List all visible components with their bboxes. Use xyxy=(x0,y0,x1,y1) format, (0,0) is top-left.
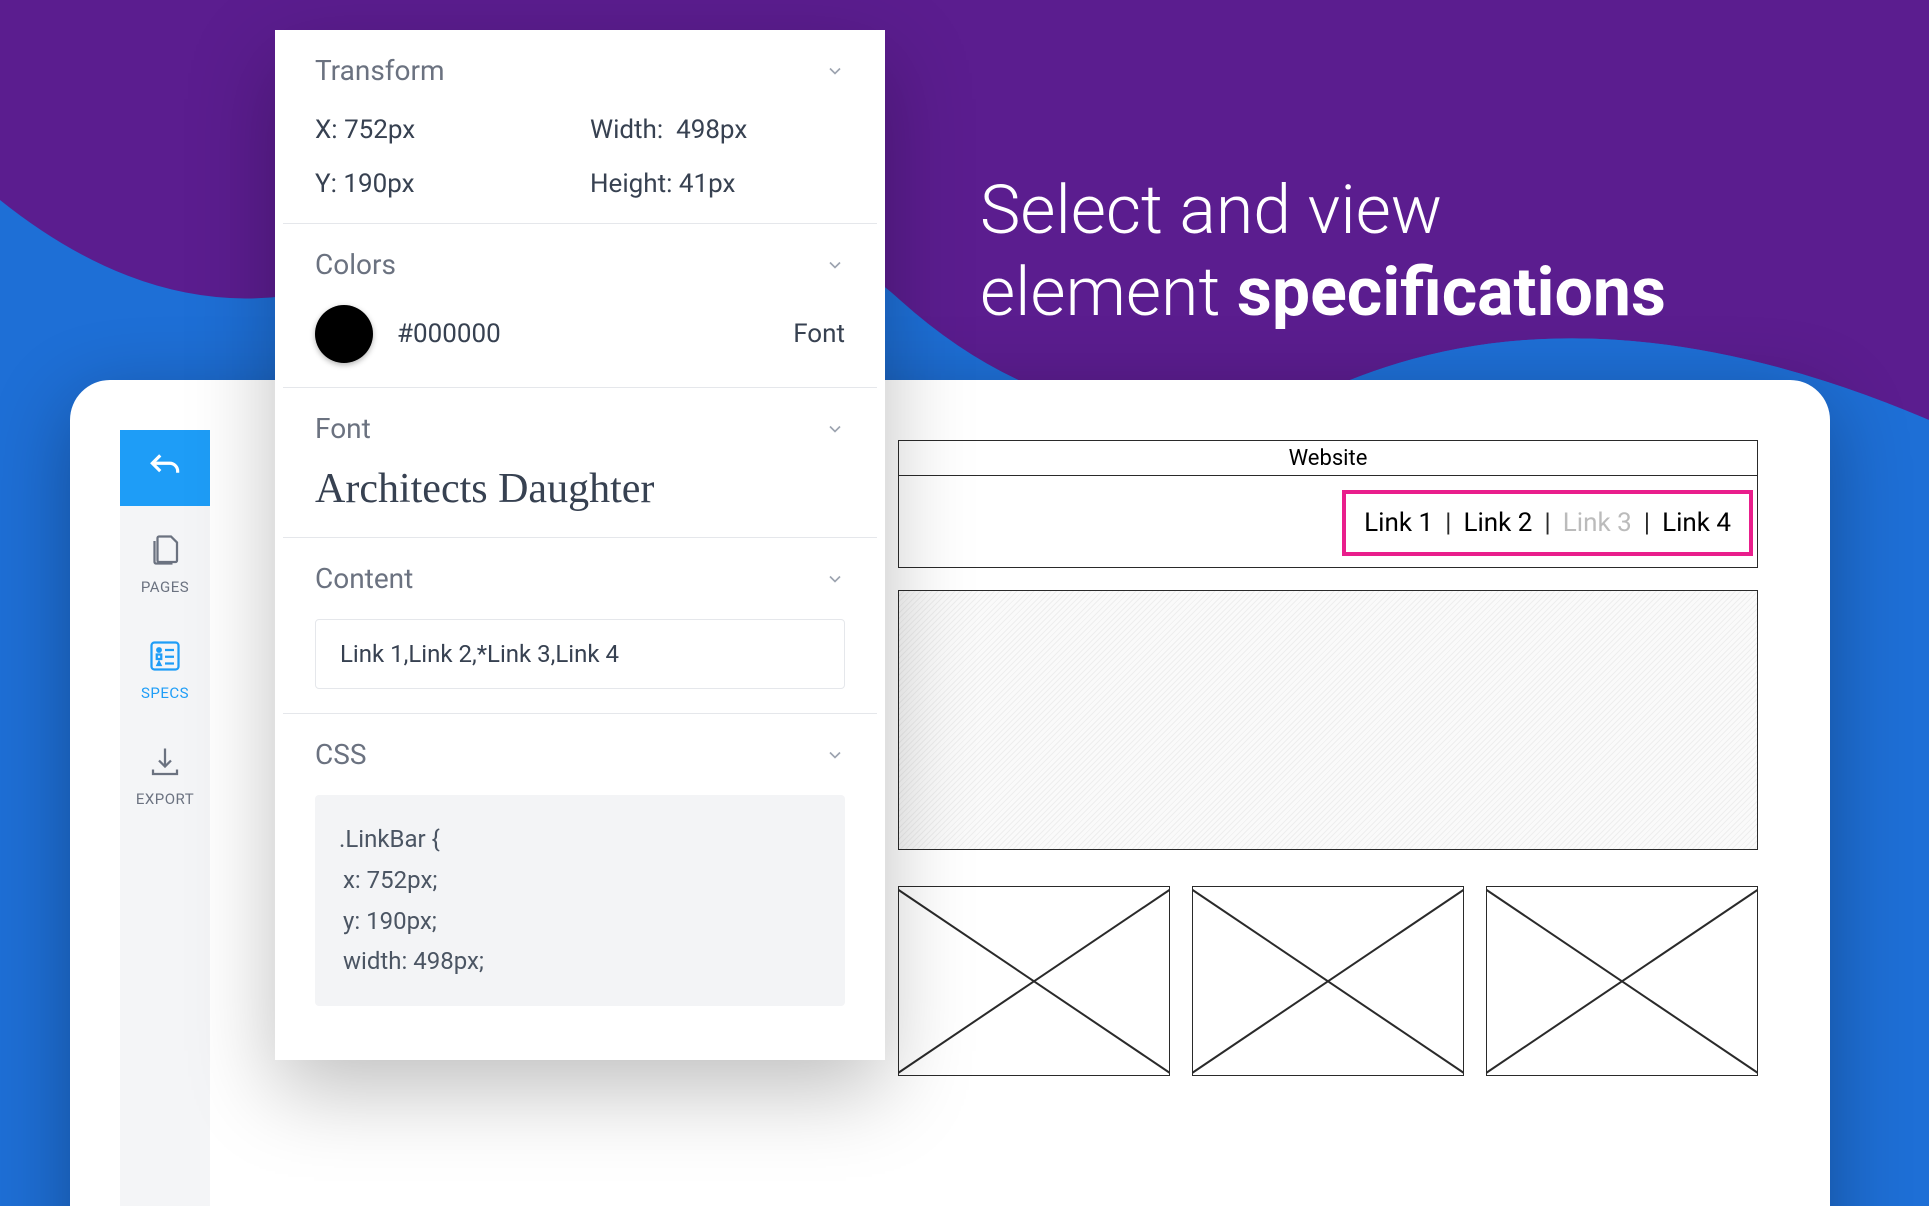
headline-bold: specifications xyxy=(1237,252,1666,332)
section-header-content[interactable]: Content xyxy=(315,562,845,595)
wf-link-1: Link 1 xyxy=(1364,508,1433,538)
section-header-colors[interactable]: Colors xyxy=(315,248,845,281)
section-header-font[interactable]: Font xyxy=(315,412,845,445)
section-header-css[interactable]: CSS xyxy=(315,738,845,771)
css-line: y: 190px; xyxy=(339,901,821,942)
sidebar-label-specs: SPECS xyxy=(141,684,189,702)
headline-line1: Select and view xyxy=(980,170,1442,250)
transform-x: X: 752px xyxy=(315,115,570,145)
wf-sep: | xyxy=(1544,508,1550,538)
wireframe-title: Website xyxy=(1289,446,1368,471)
wireframe-card xyxy=(898,886,1170,1076)
sidebar-item-export[interactable]: EXPORT xyxy=(120,718,210,824)
sidebar-label-pages: PAGES xyxy=(141,578,189,596)
wireframe-cards xyxy=(898,886,1758,1076)
wf-link-2: Link 2 xyxy=(1463,508,1532,538)
chevron-down-icon xyxy=(825,255,845,275)
wireframe-hero xyxy=(898,590,1758,850)
section-font: Font Architects Daughter xyxy=(283,388,877,538)
section-title-colors: Colors xyxy=(315,248,396,281)
sidebar-item-specs[interactable]: SPECS xyxy=(120,612,210,718)
section-title-content: Content xyxy=(315,562,413,595)
wf-sep: | xyxy=(1644,508,1650,538)
wireframe-linkbar-selected[interactable]: Link 1 | Link 2 | Link 3 | Link 4 xyxy=(1342,490,1753,556)
sidebar-label-export: EXPORT xyxy=(136,790,194,808)
wireframe-preview: Website Link 1 | Link 2 | Link 3 | Link … xyxy=(898,440,1758,1076)
specs-icon xyxy=(147,638,183,674)
sidebar-item-pages[interactable]: PAGES xyxy=(120,506,210,612)
section-title-font: Font xyxy=(315,412,371,445)
chevron-down-icon xyxy=(825,569,845,589)
color-hex: #000000 xyxy=(397,319,769,349)
export-icon xyxy=(147,744,183,780)
sidebar: PAGES SPECS xyxy=(120,430,210,1206)
css-line: x: 752px; xyxy=(339,860,821,901)
wireframe-header: Link 1 | Link 2 | Link 3 | Link 4 xyxy=(898,476,1758,568)
specs-panel: Transform X: 752px Width: 498px Y: 190px… xyxy=(275,30,885,1060)
wireframe-card xyxy=(1192,886,1464,1076)
section-title-css: CSS xyxy=(315,738,366,771)
transform-width: Width: 498px xyxy=(590,115,845,145)
content-value[interactable]: Link 1,Link 2,*Link 3,Link 4 xyxy=(315,619,845,689)
undo-icon xyxy=(146,449,184,487)
chevron-down-icon xyxy=(825,419,845,439)
undo-button[interactable] xyxy=(120,430,210,506)
section-colors: Colors #000000 Font xyxy=(283,224,877,388)
transform-y: Y: 190px xyxy=(315,169,570,199)
wf-link-3: Link 3 xyxy=(1563,508,1632,538)
section-content: Content Link 1,Link 2,*Link 3,Link 4 xyxy=(283,538,877,714)
section-title-transform: Transform xyxy=(315,54,445,87)
color-type: Font xyxy=(793,319,845,349)
headline-line2: element xyxy=(980,252,1220,332)
wf-link-4: Link 4 xyxy=(1662,508,1731,538)
transform-grid: X: 752px Width: 498px Y: 190px Height: 4… xyxy=(315,115,845,199)
font-sample: Architects Daughter xyxy=(315,465,845,513)
chevron-down-icon xyxy=(825,61,845,81)
css-code[interactable]: .LinkBar { x: 752px; y: 190px; width: 49… xyxy=(315,795,845,1006)
wireframe-card xyxy=(1486,886,1758,1076)
section-css: CSS .LinkBar { x: 752px; y: 190px; width… xyxy=(283,714,877,1030)
color-row: #000000 Font xyxy=(315,305,845,363)
color-swatch[interactable] xyxy=(315,305,373,363)
section-transform: Transform X: 752px Width: 498px Y: 190px… xyxy=(283,30,877,224)
chevron-down-icon xyxy=(825,745,845,765)
headline: Select and view element specifications xyxy=(980,170,1666,333)
css-line: .LinkBar { xyxy=(339,819,821,860)
css-line: width: 498px; xyxy=(339,941,821,982)
wireframe-title-bar: Website xyxy=(898,440,1758,476)
transform-height: Height: 41px xyxy=(590,169,845,199)
wf-sep: | xyxy=(1445,508,1451,538)
section-header-transform[interactable]: Transform xyxy=(315,54,845,87)
pages-icon xyxy=(147,532,183,568)
